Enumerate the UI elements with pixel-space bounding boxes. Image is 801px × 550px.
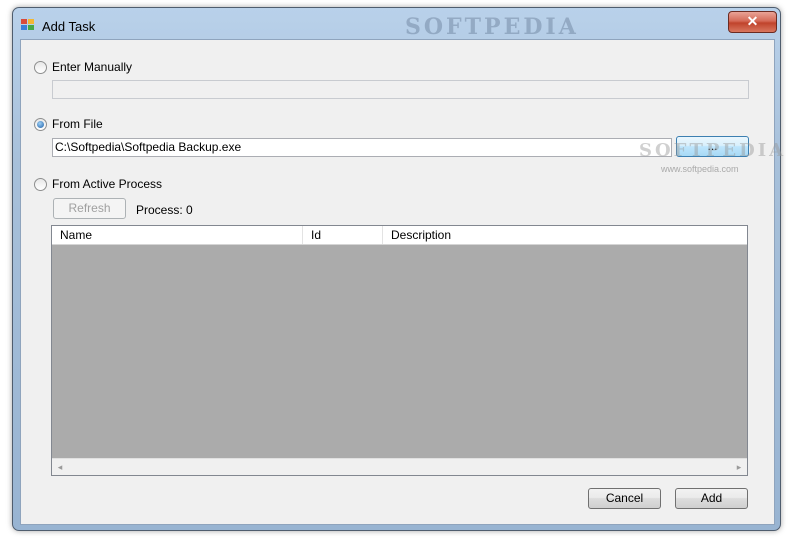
cancel-button[interactable]: Cancel (588, 488, 661, 509)
add-task-dialog: Add Task SOFTPEDIA ✕ Enter Manually From… (12, 7, 783, 531)
label-from-active-process[interactable]: From Active Process (52, 177, 162, 191)
scroll-right-icon[interactable]: ▸ (731, 459, 747, 475)
close-icon: ✕ (746, 13, 759, 29)
title-watermark: SOFTPEDIA (405, 14, 579, 40)
list-header: Name Id Description (52, 226, 747, 245)
process-count: Process: 0 (136, 203, 193, 217)
process-list[interactable]: Name Id Description ◂ ▸ (51, 225, 748, 476)
window-title: Add Task (42, 19, 96, 34)
label-from-file[interactable]: From File (52, 117, 103, 131)
add-button[interactable]: Add (675, 488, 748, 509)
column-id[interactable]: Id (303, 226, 383, 244)
app-icon (21, 19, 35, 31)
column-description[interactable]: Description (383, 226, 747, 244)
file-path-input[interactable]: C:\Softpedia\Softpedia Backup.exe (52, 138, 672, 157)
column-name[interactable]: Name (52, 226, 303, 244)
label-enter-manually[interactable]: Enter Manually (52, 60, 132, 74)
softpedia-watermark: SOFTPEDIA (639, 140, 787, 161)
radio-from-active-process[interactable] (34, 178, 47, 191)
manual-input[interactable] (52, 80, 749, 99)
title-bar[interactable]: Add Task SOFTPEDIA ✕ (13, 8, 780, 40)
scroll-left-icon[interactable]: ◂ (52, 459, 68, 475)
radio-enter-manually[interactable] (34, 61, 47, 74)
radio-from-file[interactable] (34, 118, 47, 131)
softpedia-url-watermark: www.softpedia.com (661, 164, 739, 174)
horizontal-scrollbar[interactable]: ◂ ▸ (52, 458, 747, 475)
close-button[interactable]: ✕ (728, 11, 777, 33)
refresh-button[interactable]: Refresh (53, 198, 126, 219)
